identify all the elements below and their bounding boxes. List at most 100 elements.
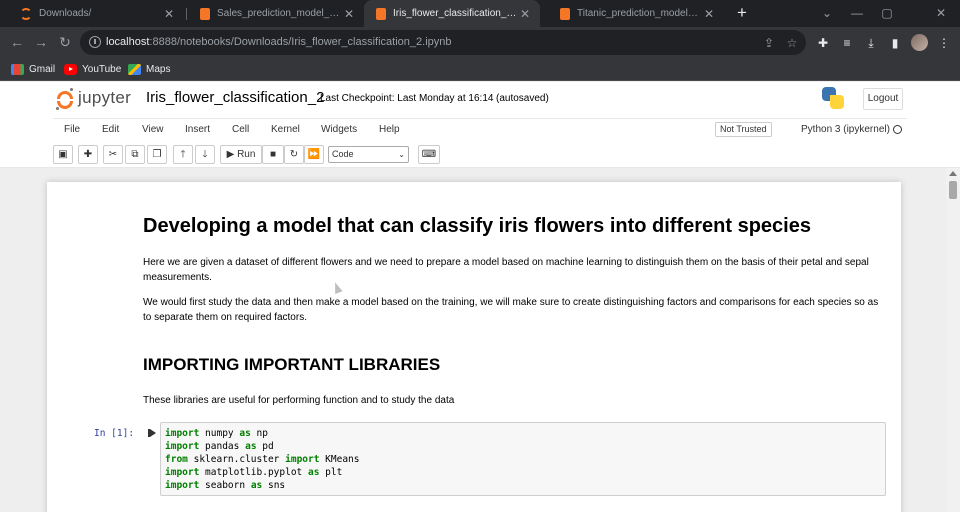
bookmark-maps[interactable]: Maps xyxy=(128,62,170,77)
scroll-up-arrow-icon[interactable] xyxy=(949,171,957,176)
forward-arrow-icon[interactable]: → xyxy=(31,32,51,52)
code-text: plt xyxy=(319,467,343,478)
notebook-favicon-icon xyxy=(560,7,570,20)
move-down-button[interactable]: 🡓 xyxy=(195,145,215,164)
menu-cell[interactable]: Cell xyxy=(232,124,249,135)
maximize-icon[interactable]: ▢ xyxy=(872,0,902,27)
chrome-menu-icon[interactable]: ⋮ xyxy=(935,34,953,52)
notebook-container: Developing a model that can classify iri… xyxy=(47,182,901,512)
restart-run-all-button[interactable]: ⏩ xyxy=(304,145,324,164)
new-tab-icon[interactable]: + xyxy=(732,3,752,23)
browser-tab-sales[interactable]: Sales_prediction_model_4 - Jupyt ✕ xyxy=(188,0,364,27)
browser-toolbar: ← → ↻ localhost:8888/notebooks/Downloads… xyxy=(0,27,960,58)
trust-indicator[interactable]: Not Trusted xyxy=(715,122,772,137)
code-cell-editor[interactable]: import numpy as np import pandas as pd fro… xyxy=(160,422,886,496)
code-text: sns xyxy=(262,480,286,491)
code-keyword: as xyxy=(239,428,251,439)
code-text: seaborn xyxy=(199,480,251,491)
cut-button[interactable]: ✂ xyxy=(103,145,123,164)
close-tab-icon[interactable]: ✕ xyxy=(702,7,716,21)
bookmark-label: Maps xyxy=(146,64,171,75)
arrow-down-icon: 🡓 xyxy=(202,149,208,160)
minimize-icon[interactable]: — xyxy=(842,0,872,27)
jupyter-header: jupyter Iris_flower_classification_2 Las… xyxy=(0,82,960,118)
bookmark-gmail[interactable]: Gmail xyxy=(11,62,55,77)
close-tab-icon[interactable]: ✕ xyxy=(162,7,176,21)
markdown-heading-2: IMPORTING IMPORTANT LIBRARIES xyxy=(143,355,441,374)
code-keyword: from xyxy=(165,454,188,465)
tab-search-chevron-icon[interactable]: ⌄ xyxy=(812,0,842,27)
bookmark-youtube[interactable]: YouTube xyxy=(64,62,121,77)
save-icon: ▣ xyxy=(58,149,68,160)
reload-icon[interactable]: ↻ xyxy=(55,32,75,52)
code-line: import pandas as pd xyxy=(165,440,881,453)
download-icon[interactable]: ⤓ xyxy=(862,34,880,52)
menubar: File Edit View Insert Cell Kernel Widget… xyxy=(0,118,960,142)
cell-type-select[interactable]: Code ⌄ xyxy=(328,146,409,163)
browser-tab-strip: Downloads/ ✕ Sales_prediction_model_4 - … xyxy=(0,0,960,27)
close-tab-icon[interactable]: ✕ xyxy=(518,7,532,21)
site-info-icon[interactable] xyxy=(89,36,101,48)
scroll-thumb[interactable] xyxy=(949,181,957,199)
command-palette-button[interactable]: ⌨ xyxy=(418,145,440,164)
save-button[interactable]: ▣ xyxy=(53,145,73,164)
menu-insert[interactable]: Insert xyxy=(185,124,210,135)
page-scrollbar[interactable] xyxy=(946,168,960,512)
run-button[interactable]: ▶ Run xyxy=(220,145,262,164)
code-text: pandas xyxy=(199,441,246,452)
kernel-name[interactable]: Python 3 (ipykernel) xyxy=(801,124,890,135)
jupyter-brand[interactable]: jupyter xyxy=(78,88,131,108)
back-arrow-icon[interactable]: ← xyxy=(7,32,27,52)
cell-type-value: Code xyxy=(332,149,354,159)
menu-widgets[interactable]: Widgets xyxy=(321,124,357,135)
menu-help[interactable]: Help xyxy=(379,124,400,135)
address-bar[interactable]: localhost:8888/notebooks/Downloads/Iris_… xyxy=(80,30,806,55)
copy-button[interactable]: ⧉ xyxy=(125,145,145,164)
reading-list-icon[interactable]: ≡ xyxy=(838,34,856,52)
share-icon[interactable]: ⇪ xyxy=(761,35,777,51)
side-panel-icon[interactable]: ▮ xyxy=(886,34,904,52)
menu-file[interactable]: File xyxy=(64,124,80,135)
run-cell-icon[interactable] xyxy=(148,429,156,437)
paste-icon: ❐ xyxy=(152,149,162,160)
chevron-down-icon: ⌄ xyxy=(398,150,405,159)
menu-kernel[interactable]: Kernel xyxy=(271,124,300,135)
notebook-toolbar: ▣ ✚ ✂ ⧉ ❐ 🡑 🡓 ▶ Run ■ ↻ ⏩ Code ⌄ ⌨ xyxy=(0,142,960,168)
youtube-icon xyxy=(64,64,77,75)
bookmark-label: Gmail xyxy=(29,64,56,75)
insert-cell-button[interactable]: ✚ xyxy=(78,145,98,164)
close-window-icon[interactable]: ✕ xyxy=(926,0,956,27)
code-text: KMeans xyxy=(319,454,360,465)
paste-button[interactable]: ❐ xyxy=(147,145,167,164)
markdown-paragraph: We would first study the data and then m… xyxy=(143,297,879,323)
bookmark-star-icon[interactable]: ☆ xyxy=(784,35,800,51)
code-keyword: as xyxy=(250,480,263,491)
code-line: import seaborn as sns xyxy=(165,479,881,492)
code-text: numpy xyxy=(199,428,240,439)
browser-tab-iris[interactable]: Iris_flower_classification_2 - Jupy ✕ xyxy=(364,0,540,27)
extensions-puzzle-icon[interactable]: ✚ xyxy=(814,34,832,52)
browser-tab-downloads[interactable]: Downloads/ ✕ xyxy=(8,0,184,27)
notebook-title[interactable]: Iris_flower_classification_2 xyxy=(146,89,324,106)
restart-button[interactable]: ↻ xyxy=(284,145,304,164)
profile-avatar[interactable] xyxy=(911,34,928,51)
run-label: Run xyxy=(237,149,256,160)
tab-separator xyxy=(186,8,187,20)
markdown-paragraph: Here we are given a dataset of different… xyxy=(143,257,869,283)
logout-button[interactable]: Logout xyxy=(863,88,903,110)
code-line: from sklearn.cluster import KMeans xyxy=(165,453,881,466)
keyboard-icon: ⌨ xyxy=(421,149,437,160)
tab-title: Iris_flower_classification_2 - Jupy xyxy=(393,8,518,19)
menu-edit[interactable]: Edit xyxy=(102,124,119,135)
browser-tab-titanic[interactable]: Titanic_prediction_model_1 - Jup ✕ xyxy=(548,0,724,27)
code-keyword: import xyxy=(165,480,200,491)
move-up-button[interactable]: 🡑 xyxy=(173,145,193,164)
bookmarks-bar: Gmail YouTube Maps xyxy=(0,58,960,81)
markdown-heading-1: Developing a model that can classify iri… xyxy=(143,215,811,237)
jupyter-logo-icon[interactable] xyxy=(56,88,74,110)
code-text: sklearn.cluster xyxy=(187,454,286,465)
menu-view[interactable]: View xyxy=(142,124,164,135)
code-line: import matplotlib.pyplot as plt xyxy=(165,466,881,479)
interrupt-button[interactable]: ■ xyxy=(262,145,284,164)
close-tab-icon[interactable]: ✕ xyxy=(342,7,356,21)
